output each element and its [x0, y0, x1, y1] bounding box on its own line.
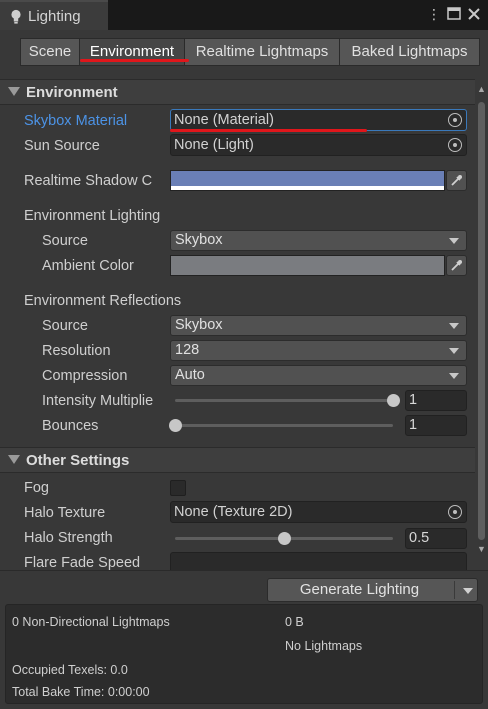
halo-strength-value-field[interactable]: 0.5 — [405, 528, 467, 549]
eyedropper-button[interactable] — [446, 255, 467, 276]
sun-source-label: Sun Source — [24, 138, 100, 154]
generate-lighting-button[interactable]: Generate Lighting — [267, 578, 478, 602]
chevron-down-icon — [449, 373, 459, 379]
environment-lighting-heading: Environment Lighting — [24, 208, 161, 224]
object-picker-icon[interactable] — [448, 138, 462, 152]
skybox-material-field[interactable]: None (Material) — [170, 109, 467, 131]
lighting-source-dropdown[interactable]: Skybox — [170, 230, 467, 251]
tab-realtime-lightmaps[interactable]: Realtime Lightmaps — [184, 38, 340, 66]
intensity-value-field[interactable]: 1 — [405, 390, 467, 411]
eyedropper-icon — [451, 260, 462, 271]
skybox-material-value: None (Material) — [174, 112, 274, 128]
chevron-down-icon[interactable] — [463, 588, 473, 594]
lighting-source-value: Skybox — [175, 232, 223, 248]
button-separator — [454, 581, 455, 599]
section-environment[interactable]: Environment — [0, 79, 475, 105]
maximize-icon[interactable] — [446, 5, 462, 23]
window-title: Lighting — [28, 8, 81, 25]
reflection-source-dropdown[interactable]: Skybox — [170, 315, 467, 336]
lightmap-stats: 0 Non-Directional Lightmaps 0 B No Light… — [5, 604, 483, 704]
scroll-up-icon[interactable]: ▲ — [476, 84, 487, 94]
compression-dropdown[interactable]: Auto — [170, 365, 467, 386]
sun-source-value: None (Light) — [174, 137, 254, 153]
realtime-shadow-color-label: Realtime Shadow C — [24, 173, 153, 189]
halo-texture-value: None (Texture 2D) — [174, 504, 293, 520]
environment-reflections-heading: Environment Reflections — [24, 293, 182, 309]
bounces-slider-handle[interactable] — [168, 419, 182, 432]
intensity-slider-handle[interactable] — [386, 394, 400, 407]
section-title: Environment — [26, 84, 118, 101]
eyedropper-icon — [451, 175, 462, 186]
section-title: Other Settings — [26, 452, 130, 469]
generate-lighting-label: Generate Lighting — [299, 581, 420, 598]
object-picker-icon[interactable] — [448, 113, 462, 127]
annotation-underline-skybox — [170, 129, 367, 132]
window-tab-lighting[interactable]: Lighting — [0, 0, 108, 30]
object-picker-icon[interactable] — [448, 505, 462, 519]
resolution-dropdown[interactable]: 128 — [170, 340, 467, 361]
inspector-panel[interactable]: Environment Skybox Material None (Materi… — [0, 78, 475, 570]
lighting-source-label: Source — [42, 233, 88, 249]
tab-baked-lightmaps[interactable]: Baked Lightmaps — [339, 38, 480, 66]
lighting-window: Lighting ⋮ Scene Environment Realtime Li… — [0, 0, 488, 709]
reflection-source-value: Skybox — [175, 317, 223, 333]
sun-source-field[interactable]: None (Light) — [170, 134, 467, 156]
resolution-label: Resolution — [42, 343, 111, 359]
more-options-icon[interactable]: ⋮ — [426, 5, 442, 23]
flare-fade-speed-label: Flare Fade Speed — [24, 555, 141, 570]
foldout-triangle-icon[interactable] — [8, 87, 20, 96]
intensity-multiplier-label: Intensity Multiplie — [42, 393, 154, 409]
title-bar: Lighting ⋮ — [0, 0, 488, 30]
scroll-down-icon[interactable]: ▼ — [476, 544, 487, 554]
chevron-down-icon — [449, 238, 459, 244]
eyedropper-button[interactable] — [446, 170, 467, 191]
halo-strength-slider-handle[interactable] — [277, 532, 291, 545]
tab-scene[interactable]: Scene — [20, 38, 80, 66]
fog-label: Fog — [24, 480, 49, 496]
lightmaps-size: 0 B — [285, 615, 304, 629]
skybox-material-label: Skybox Material — [24, 113, 128, 129]
foldout-triangle-icon[interactable] — [8, 455, 20, 464]
bounces-slider-track[interactable] — [175, 424, 393, 427]
intensity-slider-track[interactable] — [175, 399, 393, 402]
annotation-underline-tab — [80, 59, 189, 62]
ambient-color-label: Ambient Color — [42, 258, 134, 274]
resolution-value: 128 — [175, 342, 200, 358]
lightmaps-count: 0 Non-Directional Lightmaps — [12, 615, 170, 629]
close-icon[interactable] — [466, 5, 482, 23]
alpha-bar — [171, 186, 444, 190]
flare-fade-speed-field[interactable] — [170, 552, 467, 570]
section-other-settings[interactable]: Other Settings — [0, 447, 475, 473]
total-bake-time: Total Bake Time: 0:00:00 — [12, 685, 150, 699]
realtime-shadow-color-swatch[interactable] — [170, 170, 445, 191]
bounces-label: Bounces — [42, 418, 99, 434]
ambient-color-swatch[interactable] — [170, 255, 445, 276]
halo-texture-field[interactable]: None (Texture 2D) — [170, 501, 467, 523]
tab-bar: Scene Environment Realtime Lightmaps Bak… — [0, 30, 488, 78]
occupied-texels: Occupied Texels: 0.0 — [12, 663, 128, 677]
bottom-bar: Generate Lighting — [0, 570, 488, 606]
halo-strength-label: Halo Strength — [24, 530, 113, 546]
chevron-down-icon — [449, 348, 459, 354]
compression-label: Compression — [42, 368, 128, 384]
chevron-down-icon — [449, 323, 459, 329]
scrollbar-thumb[interactable] — [478, 102, 485, 540]
compression-value: Auto — [175, 367, 205, 383]
bounces-value-field[interactable]: 1 — [405, 415, 467, 436]
fog-checkbox[interactable] — [170, 480, 186, 496]
no-lightmaps-text: No Lightmaps — [285, 639, 363, 653]
reflection-source-label: Source — [42, 318, 88, 334]
lightbulb-icon — [11, 9, 21, 24]
halo-texture-label: Halo Texture — [24, 505, 106, 521]
